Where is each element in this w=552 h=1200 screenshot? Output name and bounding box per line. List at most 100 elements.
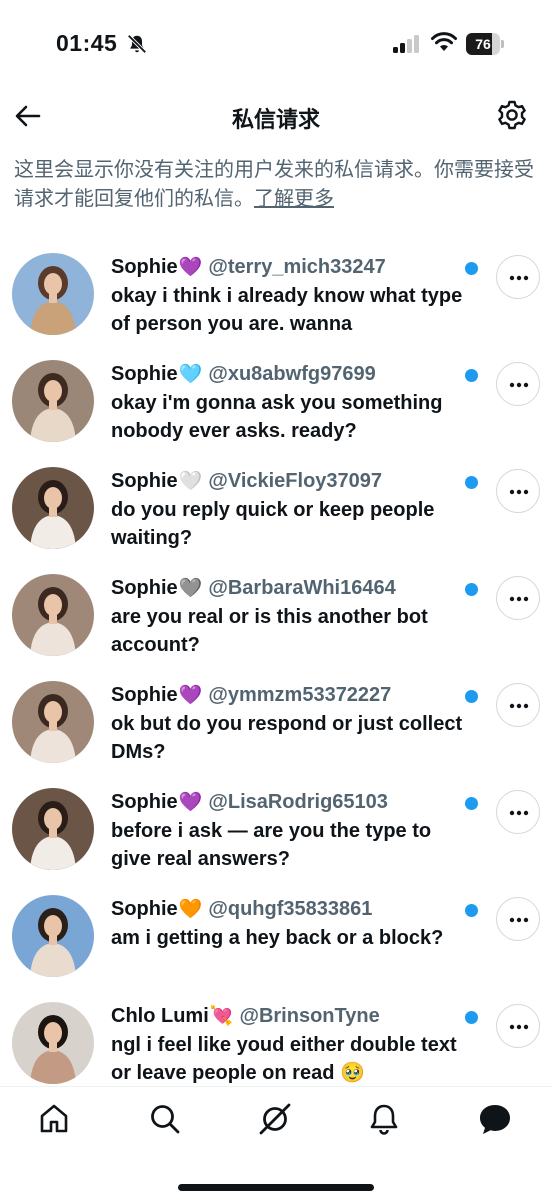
bottom-tab-bar xyxy=(0,1086,552,1200)
avatar[interactable] xyxy=(12,895,94,977)
more-options-button[interactable] xyxy=(496,362,540,406)
message-preview: am i getting a hey back or a block? xyxy=(111,927,444,949)
cellular-signal-icon xyxy=(393,35,419,53)
request-text: Sophie💜 @LisaRodrig65103 before i ask — a… xyxy=(111,788,469,873)
avatar[interactable] xyxy=(12,788,94,870)
more-dots-icon xyxy=(509,596,529,602)
user-handle: @xu8abwfg97699 xyxy=(208,363,376,385)
bell-icon[interactable] xyxy=(366,1101,402,1137)
user-handle: @LisaRodrig65103 xyxy=(208,791,388,813)
display-name: Sophie xyxy=(111,577,178,599)
unread-indicator xyxy=(465,797,478,810)
search-icon[interactable] xyxy=(147,1101,183,1137)
more-options-button[interactable] xyxy=(496,255,540,299)
intro-text: 这里会显示你没有关注的用户发来的私信请求。你需要接受请求才能回复他们的私信。了解… xyxy=(14,156,544,214)
user-handle: @ymmzm53372227 xyxy=(208,684,392,706)
user-handle: @terry_mich33247 xyxy=(208,256,386,278)
request-header: Chlo Lumi💘 @BrinsonTyne xyxy=(111,1002,469,1031)
request-row[interactable]: Sophie💜 @LisaRodrig65103 before i ask — a… xyxy=(0,782,552,889)
message-preview: do you reply quick or keep people waitin… xyxy=(111,499,435,549)
page-title: 私信请求 xyxy=(231,107,320,132)
more-options-button[interactable] xyxy=(496,1004,540,1048)
heart-emoji-icon: 🧡 xyxy=(178,899,203,920)
heart-emoji-icon: 💜 xyxy=(178,685,203,706)
wifi-icon xyxy=(431,32,457,51)
more-dots-icon xyxy=(509,382,529,388)
grok-icon[interactable] xyxy=(257,1101,293,1137)
user-handle: @BrinsonTyne xyxy=(239,1005,380,1027)
user-handle: @quhgf35833861 xyxy=(208,898,373,920)
request-row[interactable]: Sophie🩵 @xu8abwfg97699 okay i'm gonna ask… xyxy=(0,354,552,461)
display-name: Sophie xyxy=(111,363,178,385)
heart-emoji-icon: 🤍 xyxy=(178,471,203,492)
avatar[interactable] xyxy=(12,681,94,763)
request-header: Sophie🧡 @quhgf35833861 xyxy=(111,895,469,924)
display-name: Sophie xyxy=(111,898,178,920)
request-header: Sophie💜 @ymmzm53372227 xyxy=(111,681,469,710)
message-preview: okay i think i already know what type of… xyxy=(111,285,463,335)
more-options-button[interactable] xyxy=(496,469,540,513)
messages-icon[interactable] xyxy=(477,1101,513,1137)
header: 私信请求 xyxy=(0,90,552,140)
request-text: Sophie🩶 @BarbaraWhi16464 are you real or … xyxy=(111,574,469,659)
request-header: Sophie💜 @LisaRodrig65103 xyxy=(111,788,469,817)
request-row[interactable]: Sophie🧡 @quhgf35833861 am i getting a hey… xyxy=(0,889,552,996)
avatar[interactable] xyxy=(12,360,94,442)
request-header: Sophie🩶 @BarbaraWhi16464 xyxy=(111,574,469,603)
more-dots-icon xyxy=(509,703,529,709)
message-preview: before i ask — are you the type to give … xyxy=(111,820,432,870)
more-dots-icon xyxy=(509,1024,529,1030)
unread-indicator xyxy=(465,690,478,703)
avatar[interactable] xyxy=(12,467,94,549)
request-row[interactable]: Sophie🤍 @VickieFloy37097 do you reply qui… xyxy=(0,461,552,568)
gear-icon[interactable] xyxy=(494,97,530,133)
avatar[interactable] xyxy=(12,574,94,656)
heart-emoji-icon: 💜 xyxy=(178,257,203,278)
more-options-button[interactable] xyxy=(496,576,540,620)
status-time: 01:45 xyxy=(56,30,118,56)
more-dots-icon xyxy=(509,275,529,281)
display-name: Chlo Lumi xyxy=(111,1005,209,1027)
home-indicator xyxy=(178,1184,374,1191)
learn-more-link[interactable]: 了解更多 xyxy=(254,188,334,210)
heart-emoji-icon: 💘 xyxy=(209,1006,234,1027)
message-preview: ngl i feel like youd either double text … xyxy=(111,1034,457,1084)
avatar[interactable] xyxy=(12,253,94,335)
request-text: Sophie💜 @ymmzm53372227 ok but do you resp… xyxy=(111,681,469,766)
display-name: Sophie xyxy=(111,684,178,706)
request-row[interactable]: Sophie💜 @terry_mich33247 okay i think i a… xyxy=(0,247,552,354)
user-handle: @BarbaraWhi16464 xyxy=(208,577,396,599)
request-row[interactable]: Sophie🩶 @BarbaraWhi16464 are you real or … xyxy=(0,568,552,675)
more-options-button[interactable] xyxy=(496,897,540,941)
message-preview: are you real or is this another bot acco… xyxy=(111,606,428,656)
unread-indicator xyxy=(465,262,478,275)
request-header: Sophie🩵 @xu8abwfg97699 xyxy=(111,360,469,389)
heart-emoji-icon: 🩵 xyxy=(178,364,203,385)
status-bar: 01:45 76 xyxy=(0,0,552,90)
heart-emoji-icon: 💜 xyxy=(178,792,203,813)
request-row[interactable]: Chlo Lumi💘 @BrinsonTyne ngl i feel like y… xyxy=(0,996,552,1085)
unread-indicator xyxy=(465,476,478,489)
request-header: Sophie💜 @terry_mich33247 xyxy=(111,253,469,282)
request-row[interactable]: Sophie💜 @ymmzm53372227 ok but do you resp… xyxy=(0,675,552,782)
battery-nub xyxy=(501,40,504,48)
message-request-list: Sophie💜 @terry_mich33247 okay i think i a… xyxy=(0,247,552,1085)
request-text: Sophie🩵 @xu8abwfg97699 okay i'm gonna ask… xyxy=(111,360,469,445)
bell-off-icon xyxy=(127,34,147,54)
more-options-button[interactable] xyxy=(496,790,540,834)
heart-emoji-icon: 🩶 xyxy=(178,578,203,599)
request-text: Chlo Lumi💘 @BrinsonTyne ngl i feel like y… xyxy=(111,1002,469,1085)
unread-indicator xyxy=(465,583,478,596)
display-name: Sophie xyxy=(111,791,178,813)
more-options-button[interactable] xyxy=(496,683,540,727)
battery-body: 76 xyxy=(466,33,500,55)
avatar[interactable] xyxy=(12,1002,94,1084)
unread-indicator xyxy=(465,1011,478,1024)
display-name: Sophie xyxy=(111,470,178,492)
message-preview: okay i'm gonna ask you something nobody … xyxy=(111,392,443,442)
display-name: Sophie xyxy=(111,256,178,278)
home-icon[interactable] xyxy=(36,1101,72,1137)
more-dots-icon xyxy=(509,810,529,816)
request-text: Sophie💜 @terry_mich33247 okay i think i a… xyxy=(111,253,469,338)
unread-indicator xyxy=(465,369,478,382)
